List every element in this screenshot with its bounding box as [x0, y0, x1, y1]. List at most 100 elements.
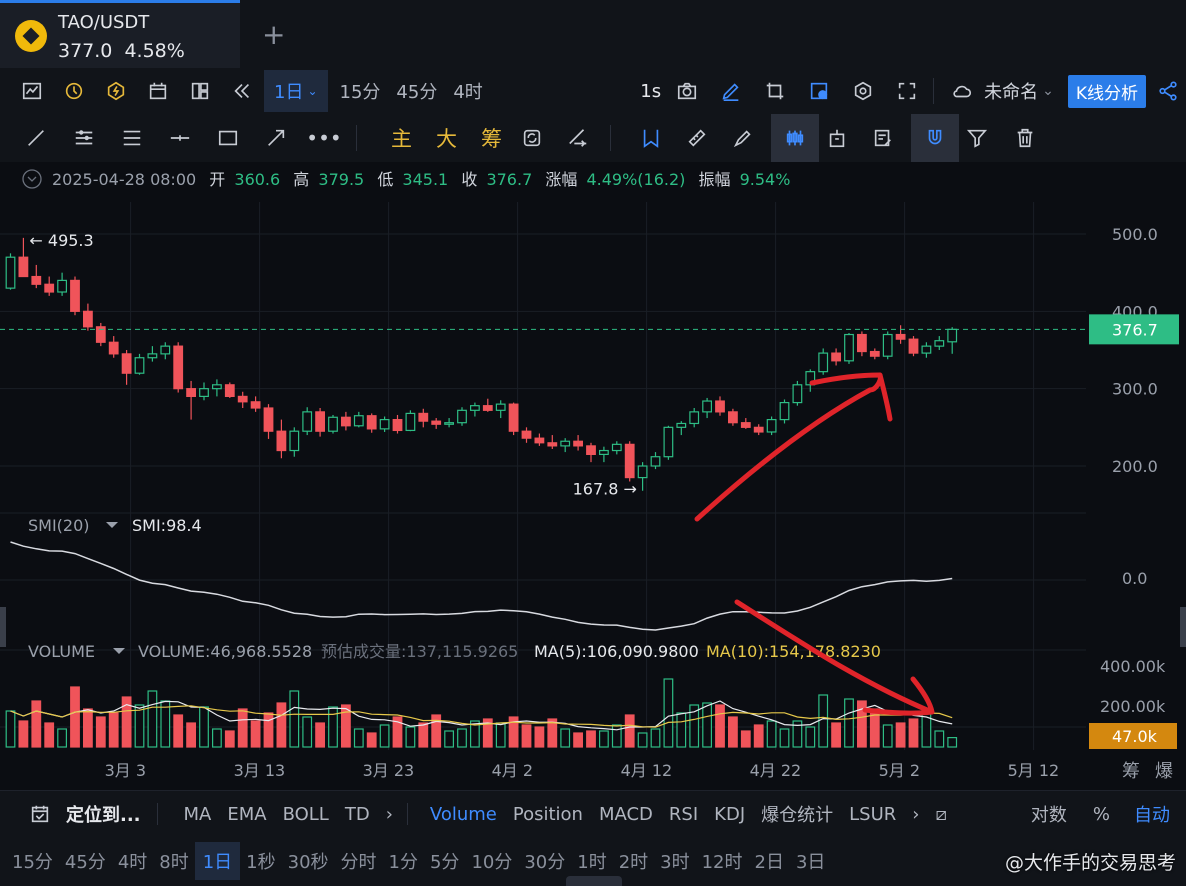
rectangle-icon[interactable] [210, 120, 246, 156]
ind-volume[interactable]: Volume [422, 804, 505, 825]
bottom-period-10m[interactable]: 10分 [465, 848, 518, 874]
sync-icon[interactable] [514, 120, 550, 156]
bottom-period-3d[interactable]: 3日 [790, 848, 831, 874]
period-45m[interactable]: 45分 [388, 78, 445, 104]
magnet-bookmark-icon[interactable] [633, 120, 669, 156]
layout-name[interactable]: 未命名 [980, 78, 1042, 104]
left-panel-handle[interactable] [0, 607, 6, 647]
time-tick: 5月 2 [879, 761, 920, 780]
bottom-period-4h[interactable]: 4时 [112, 848, 153, 874]
percent-scale-button[interactable]: % [1085, 804, 1118, 825]
locate-button[interactable]: 定位到... [58, 801, 149, 827]
chevron-right-icon[interactable]: › [378, 804, 401, 825]
filter-icon[interactable] [959, 120, 995, 156]
volume-bar [302, 716, 313, 748]
bottom-period-2h[interactable]: 2时 [613, 848, 654, 874]
trend-line-icon[interactable] [18, 120, 54, 156]
volume-bar [895, 722, 906, 748]
volume-bar [5, 710, 16, 748]
ind-macd[interactable]: MACD [591, 804, 661, 825]
screenshot-icon[interactable] [801, 73, 837, 109]
ind-rsi[interactable]: RSI [661, 804, 706, 825]
lock-icon[interactable] [819, 120, 855, 156]
bottom-period-timeline[interactable]: 分时 [335, 848, 383, 874]
volume-bar [134, 704, 145, 748]
ind-td[interactable]: TD [337, 804, 378, 825]
log-scale-button[interactable]: 对数 [1023, 801, 1075, 827]
big-order-button[interactable]: 大 [424, 123, 469, 153]
crop-icon[interactable] [757, 73, 793, 109]
flash-icon[interactable] [98, 73, 134, 109]
pencil-icon[interactable] [713, 73, 749, 109]
period-selector[interactable]: 1日 ⌄ [264, 70, 328, 112]
auto-scale-button[interactable]: 自动 [1126, 801, 1178, 827]
share-icon[interactable] [1150, 73, 1186, 109]
bottom-period-45m[interactable]: 45分 [59, 848, 112, 874]
volume-bar [341, 704, 351, 748]
horizontal-ray-icon[interactable] [162, 120, 198, 156]
chip-button[interactable]: 筹 [469, 123, 514, 153]
bottom-period-3h[interactable]: 3时 [654, 848, 695, 874]
candle-body [134, 357, 145, 374]
volume-bar [224, 730, 235, 748]
camera-icon[interactable] [669, 73, 705, 109]
chart-canvas[interactable]: 2025-04-28 08:00 开 360.6 高 379.5 低 345.1… [0, 162, 1186, 790]
indicator-icon[interactable] [56, 73, 92, 109]
main-chart-button[interactable]: 主 [379, 123, 424, 153]
bottom-period-1d[interactable]: 1日 [194, 842, 241, 880]
bottom-period-1s[interactable]: 1秒 [240, 848, 281, 874]
more-icon[interactable]: ••• [306, 120, 342, 156]
settings-icon[interactable] [845, 73, 881, 109]
ind-lsur[interactable]: LSUR [841, 804, 904, 825]
horizontal-lines-icon[interactable] [66, 120, 102, 156]
ind-ema[interactable]: EMA [219, 804, 274, 825]
candles-icon[interactable] [771, 114, 819, 162]
cloud-icon[interactable] [944, 73, 980, 109]
measure-icon[interactable] [560, 120, 596, 156]
add-tab-button[interactable]: + [262, 18, 285, 51]
bottom-period-30m[interactable]: 30分 [518, 848, 571, 874]
volume-bar [534, 726, 545, 748]
chevron-down-icon[interactable]: ⌄ [1042, 83, 1054, 99]
bottom-panel-handle[interactable] [566, 876, 622, 886]
ruler-icon[interactable] [679, 120, 715, 156]
bottom-period-15m[interactable]: 15分 [6, 848, 59, 874]
chart-type-icon[interactable] [14, 73, 50, 109]
bottom-period-8h[interactable]: 8时 [153, 848, 194, 874]
bottom-period-30s[interactable]: 30秒 [282, 848, 335, 874]
volume-bar [882, 724, 893, 748]
period-15m[interactable]: 15分 [332, 78, 389, 104]
trash-icon[interactable] [1007, 120, 1043, 156]
arrow-icon[interactable] [258, 120, 294, 156]
bottom-period-2d[interactable]: 2日 [749, 848, 790, 874]
parallel-channel-icon[interactable] [114, 120, 150, 156]
ind-kdj[interactable]: KDJ [706, 804, 753, 825]
bottom-period-1h[interactable]: 1时 [571, 848, 612, 874]
magnet-icon[interactable] [911, 114, 959, 162]
seconds-button[interactable]: 1s [632, 81, 669, 102]
volume-current-value: 47.0k [1112, 727, 1158, 746]
bottom-period-5m[interactable]: 5分 [424, 848, 465, 874]
ind-ma[interactable]: MA [176, 804, 220, 825]
candle-body [947, 328, 958, 343]
note-icon[interactable] [865, 120, 901, 156]
ind-liquidation[interactable]: 爆仓统计 [753, 801, 841, 827]
edit-icon[interactable]: ⧄ [928, 804, 955, 825]
layout-icon[interactable] [182, 73, 218, 109]
bottom-period-1m[interactable]: 1分 [383, 848, 424, 874]
ind-boll[interactable]: BOLL [275, 804, 337, 825]
right-panel-handle[interactable] [1180, 607, 1186, 647]
chevron-right-icon[interactable]: › [904, 804, 927, 825]
bottom-period-12h[interactable]: 12时 [696, 848, 749, 874]
period-4h[interactable]: 4时 [445, 78, 490, 104]
locate-icon[interactable] [22, 796, 58, 832]
brush-icon[interactable] [725, 120, 761, 156]
fullscreen-icon[interactable] [889, 73, 925, 109]
candle-body [869, 350, 880, 357]
ind-position[interactable]: Position [505, 804, 591, 825]
replay-icon[interactable] [224, 73, 260, 109]
time-tick: 4月 22 [750, 761, 802, 780]
k-analysis-button[interactable]: K线分析 [1067, 74, 1146, 108]
calendar-icon[interactable] [140, 73, 176, 109]
candle-body [482, 405, 493, 411]
